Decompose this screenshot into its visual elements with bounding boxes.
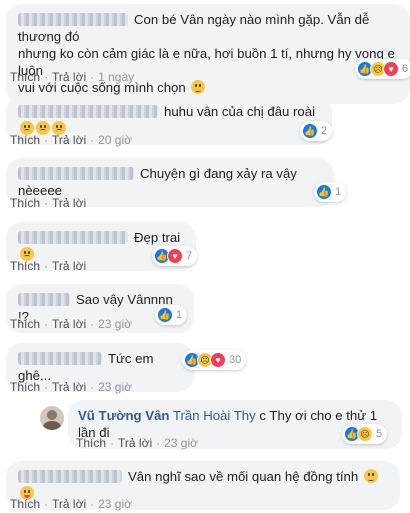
like-link[interactable]: Thích <box>10 380 40 394</box>
reaction-summary[interactable]: 👍 ☹ ♥ 6 <box>355 59 410 79</box>
timestamp[interactable]: 20 giờ <box>98 133 132 147</box>
timestamp[interactable]: 23 giờ <box>98 497 132 511</box>
blurred-author-name <box>18 13 128 26</box>
reply-link[interactable]: Trả lời <box>52 317 86 331</box>
blurred-author-name <box>18 470 122 483</box>
comment-meta: Thích · Trả lời · 23 giờ <box>76 436 198 450</box>
like-reaction-icon: 👍 <box>316 184 332 200</box>
like-link[interactable]: Thích <box>10 317 40 331</box>
author-name[interactable]: Vũ Tường Vân <box>78 408 169 423</box>
like-reaction-icon: 👍 <box>302 123 318 139</box>
reaction-summary[interactable]: 👍 1 <box>155 305 188 325</box>
love-reaction-icon: ♥ <box>210 352 226 368</box>
reaction-count: 1 <box>176 309 183 321</box>
blurred-author-name <box>18 231 128 244</box>
reaction-count: 1 <box>335 186 342 198</box>
reply-link[interactable]: Trả lời <box>118 436 152 450</box>
blurred-author-name <box>18 167 134 180</box>
like-link[interactable]: Thích <box>10 196 40 210</box>
blurred-author-name <box>18 352 102 365</box>
comment-meta: Thích · Trả lời · 23 giờ <box>10 317 132 331</box>
like-link[interactable]: Thích <box>10 133 40 147</box>
comment-meta: Thích · Trả lời · 1 ngày <box>10 70 135 84</box>
timestamp[interactable]: 1 ngày <box>98 70 134 84</box>
reply-link[interactable]: Trả lời <box>52 497 86 511</box>
blurred-author-name <box>18 293 70 306</box>
comment-meta: Thích · Trả lời · 23 giờ <box>10 497 132 511</box>
comment-meta: Thích · Trả lời · 20 giờ <box>10 133 132 147</box>
smile-emoji-icon <box>191 80 206 94</box>
reaction-summary[interactable]: 👍 ☹ 5 <box>342 424 388 444</box>
reply-link[interactable]: Trả lời <box>52 196 86 210</box>
comment-text: huhu vân của chị đâu roài <box>164 104 316 119</box>
love-reaction-icon: ♥ <box>167 248 183 264</box>
love-reaction-icon: ♥ <box>383 61 399 77</box>
reaction-count: 30 <box>229 354 242 366</box>
avatar[interactable] <box>40 406 64 430</box>
comment-meta: Thích · Trả lời <box>10 196 87 210</box>
sad-reaction-icon: ☹ <box>357 426 373 442</box>
like-link[interactable]: Thích <box>76 436 106 450</box>
reply-link[interactable]: Trả lời <box>52 380 86 394</box>
reaction-count: 7 <box>186 250 193 262</box>
tagged-user[interactable]: Trần Hoài Thy <box>173 408 256 423</box>
reaction-count: 6 <box>402 63 409 75</box>
like-link[interactable]: Thích <box>10 70 40 84</box>
reply-link[interactable]: Trả lời <box>52 133 86 147</box>
reaction-summary[interactable]: 👍 ☹ ♥ 30 <box>182 350 247 370</box>
reply-link[interactable]: Trả lời <box>52 259 86 273</box>
reaction-count: 5 <box>376 428 383 440</box>
reaction-summary[interactable]: 👍 2 <box>300 121 333 141</box>
like-reaction-icon: 👍 <box>157 307 173 323</box>
comment-text: Đẹp trai <box>134 230 181 245</box>
comment-text: Vân nghĩ sao về mối quan hệ đồng tính <box>128 469 359 484</box>
reaction-count: 2 <box>321 125 328 137</box>
reaction-summary[interactable]: 👍 1 <box>314 182 347 202</box>
blurred-author-name <box>18 105 158 118</box>
comment-meta: Thích · Trả lời <box>10 259 87 273</box>
smile-emoji-icon <box>363 469 378 483</box>
comment-meta: Thích · Trả lời · 23 giờ <box>10 380 132 394</box>
timestamp[interactable]: 23 giờ <box>98 380 132 394</box>
timestamp[interactable]: 23 giờ <box>98 317 132 331</box>
like-link[interactable]: Thích <box>10 259 40 273</box>
comment-bubble: Con bé Vân ngày nào mình gặp. Vẫn dễ thư… <box>6 4 410 104</box>
reply-link[interactable]: Trả lời <box>52 70 86 84</box>
reaction-summary[interactable]: 👍 ♥ 7 <box>152 246 198 266</box>
like-link[interactable]: Thích <box>10 497 40 511</box>
timestamp[interactable]: 23 giờ <box>164 436 198 450</box>
